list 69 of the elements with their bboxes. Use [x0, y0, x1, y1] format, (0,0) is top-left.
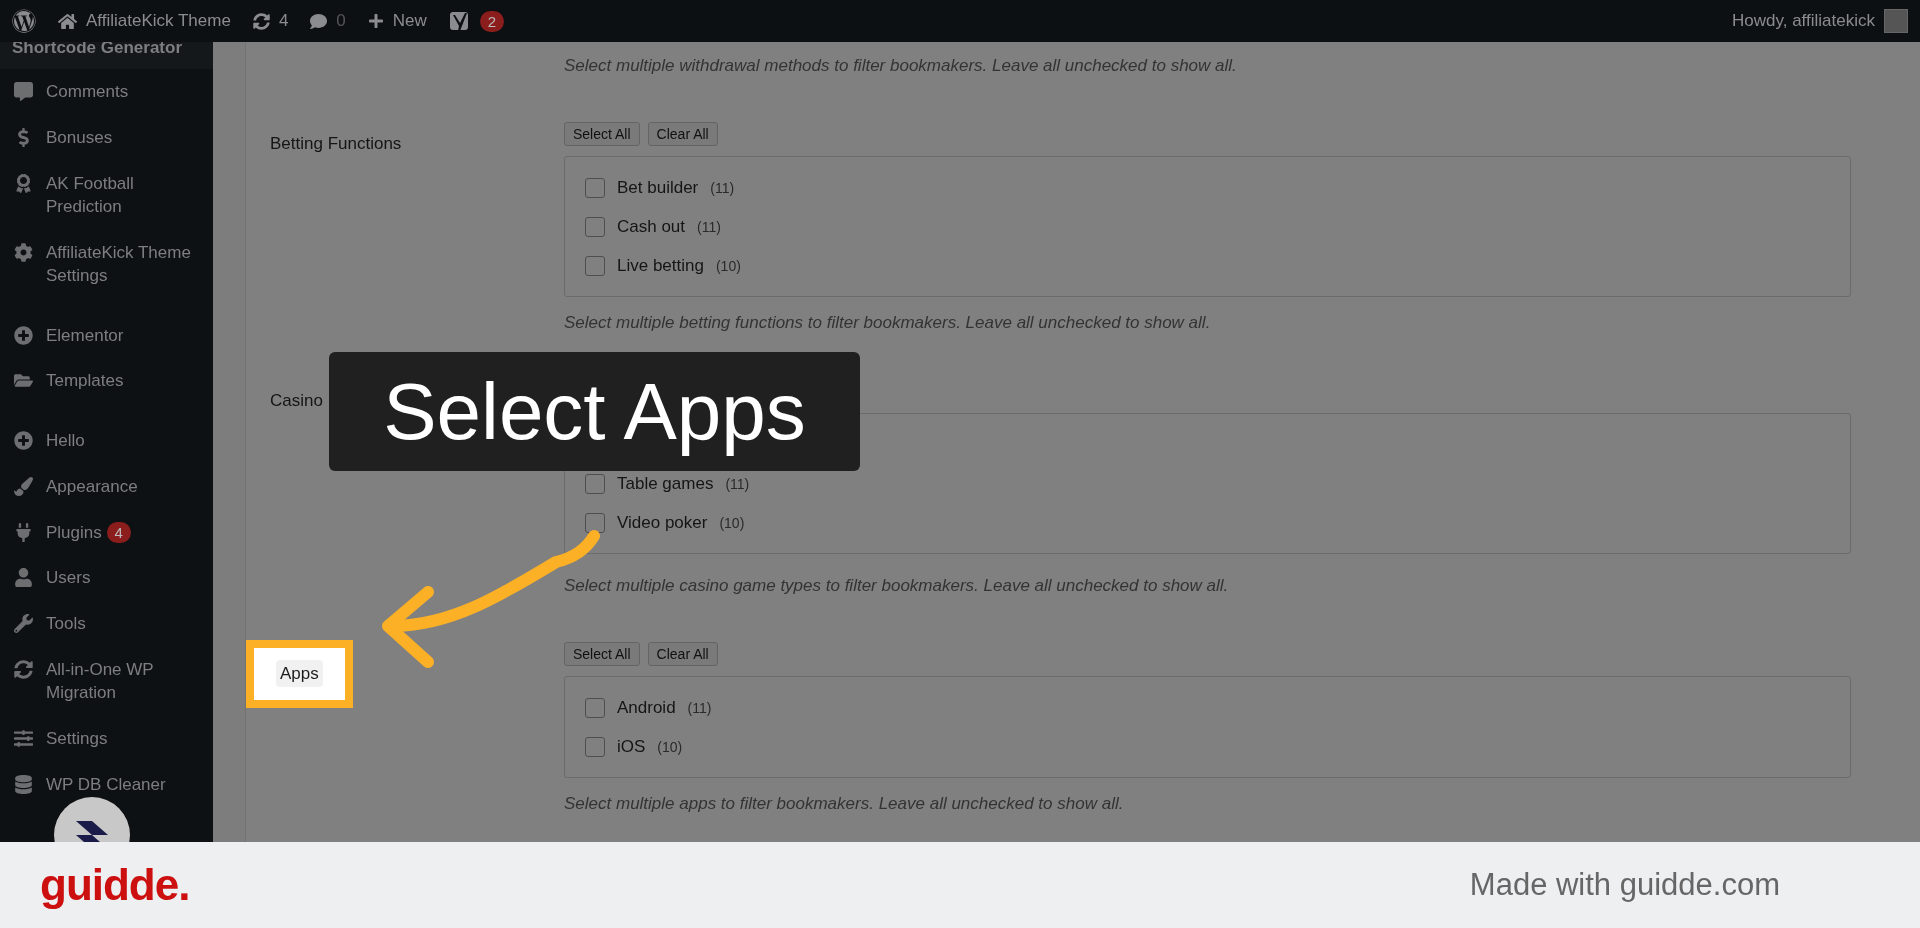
select-all-button[interactable]: Select All	[564, 122, 640, 146]
option-count: (10)	[715, 257, 741, 274]
logo: guidde.	[40, 860, 190, 910]
brush-icon	[12, 474, 34, 498]
sidebar-item[interactable]: Settings	[0, 715, 213, 762]
option-count: (11)	[725, 475, 750, 492]
option-count: (11)	[697, 218, 721, 235]
callout-text: Select Apps	[329, 352, 860, 471]
option-count: (11)	[710, 179, 735, 196]
help-text: Select multiple betting functions to filter bookmakers. Leave all unchecked to show all.	[564, 313, 1212, 333]
gear-icon	[12, 240, 34, 264]
checkbox[interactable]	[585, 473, 605, 494]
sidebar-item[interactable]: Comments	[0, 69, 213, 115]
option-label: Android	[617, 697, 676, 718]
help-text: Select multiple casino game types to filter bookmakers. Leave all unchecked to show all.	[564, 576, 1230, 596]
help-text: Select multiple withdrawal methods to filter bookmakers. Leave all unchecked to show all.	[564, 56, 1238, 76]
checkbox[interactable]	[585, 255, 605, 276]
help-text: Select multiple apps to filter bookmakers. Leave all unchecked to show all.	[564, 794, 1125, 814]
option-count: (10)	[719, 514, 745, 531]
sidebar-item[interactable]: Templates	[0, 357, 213, 404]
option-count: (10)	[657, 738, 683, 755]
sync-icon	[12, 658, 34, 681]
option-label: Cash out	[617, 216, 686, 237]
user-icon	[12, 566, 34, 590]
sidebar-item[interactable]: Users	[0, 555, 213, 601]
site-name-link[interactable]: AffiliateKick Theme	[86, 11, 231, 31]
option-label: Live betting	[617, 255, 704, 276]
section-label: Apps	[276, 660, 323, 687]
sidebar-item[interactable]: WP DB Cleaner	[0, 761, 213, 807]
option-count: (11)	[687, 699, 712, 716]
notification-badge: 2	[479, 10, 505, 32]
sidebar-item[interactable]: Hello	[0, 417, 213, 464]
count-badge: 4	[106, 521, 131, 543]
sidebar-item[interactable]: AK Football Prediction	[0, 160, 213, 230]
checkbox[interactable]	[585, 697, 605, 718]
comments-count: 0	[336, 11, 346, 31]
updates-icon[interactable]	[252, 12, 270, 30]
section-label: Casino	[270, 391, 323, 410]
seo-icon[interactable]	[448, 9, 471, 33]
sidebar-item[interactable]: Appearance	[0, 463, 213, 510]
section-label: Betting Functions	[270, 134, 402, 153]
option-label: Video poker	[617, 512, 708, 533]
option-label: iOS	[617, 736, 646, 757]
sidebar-item[interactable]: All-in-One WP Migration	[0, 646, 213, 716]
new-link[interactable]: New	[392, 11, 427, 31]
clear-all-button[interactable]: Clear All	[647, 122, 718, 146]
greeting-text[interactable]: Howdy, affiliatekick	[1732, 11, 1875, 31]
sidebar-item[interactable]: Elementor	[0, 312, 213, 358]
sidebar-item[interactable]: Tools	[0, 600, 213, 647]
checkbox[interactable]	[585, 177, 605, 198]
home-icon[interactable]	[58, 11, 77, 31]
option-label: Bet builder	[617, 177, 699, 198]
sidebar-item[interactable]: AffiliateKick Theme Settings	[0, 229, 213, 299]
checkbox[interactable]	[585, 512, 605, 533]
plus-icon[interactable]	[367, 13, 384, 29]
option-label: Table games	[617, 473, 714, 494]
checkbox[interactable]	[585, 736, 605, 757]
sidebar-item[interactable]: Plugins 4	[0, 509, 213, 556]
sidebar-item[interactable]: Bonuses	[0, 114, 213, 161]
clear-all-button[interactable]: Clear All	[647, 642, 718, 666]
updates-count: 4	[278, 11, 289, 31]
database-icon	[12, 772, 34, 796]
wrench-icon	[12, 612, 34, 636]
comment-icon[interactable]	[310, 12, 328, 30]
credit-text: Made with guidde.com	[1469, 867, 1780, 903]
select-all-button[interactable]: Select All	[564, 642, 640, 666]
comment-icon	[12, 80, 34, 104]
checkbox[interactable]	[585, 216, 605, 237]
wordpress-icon[interactable]	[12, 9, 36, 33]
